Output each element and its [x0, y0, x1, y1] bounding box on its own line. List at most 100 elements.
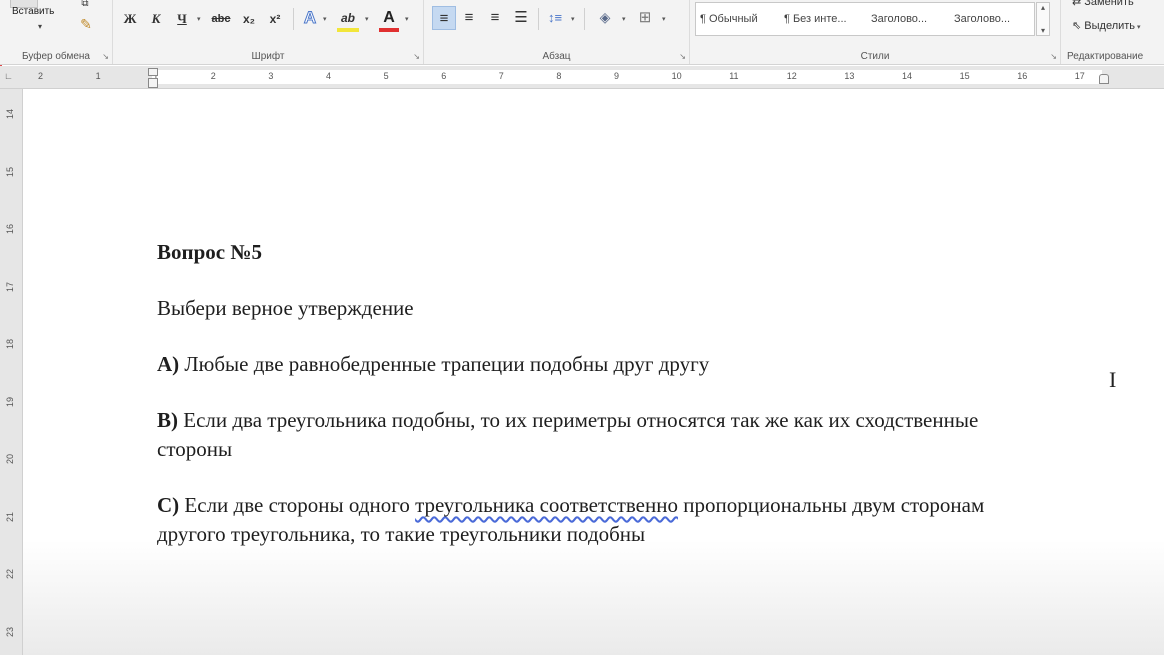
- left-indent-marker[interactable]: [148, 78, 158, 88]
- paste-dropdown-icon[interactable]: ▾: [38, 22, 42, 31]
- first-line-indent-marker[interactable]: [148, 68, 158, 76]
- vertical-ruler-number: 19: [5, 396, 16, 407]
- question-prompt: Выбери верное утверждение: [157, 296, 414, 320]
- shading-icon[interactable]: ◈: [594, 6, 616, 28]
- styles-scroll[interactable]: ▴ ▾: [1036, 2, 1050, 36]
- horizontal-ruler[interactable]: ∟ 2 1 1 2 3 4 5 6 7 8 9 10 11 12 13 14 15 16 17: [0, 66, 1164, 89]
- font-color-icon[interactable]: A: [379, 8, 399, 32]
- vertical-ruler[interactable]: 14 15 16 17 18 19 20 21 22 23: [0, 89, 23, 655]
- align-right-icon[interactable]: ≡: [484, 6, 506, 28]
- select-dropdown-icon[interactable]: ▾: [1137, 24, 1141, 31]
- font-group-label: Шрифт: [251, 51, 285, 62]
- styles-launcher-icon[interactable]: ↘: [1050, 52, 1057, 61]
- select-button[interactable]: ⇖ Выделить ▾: [1072, 19, 1141, 32]
- line-spacing-dropdown-icon[interactable]: ▾: [571, 15, 575, 23]
- styles-up-icon[interactable]: ▴: [1041, 3, 1045, 12]
- ruler-number: 16: [1017, 71, 1028, 81]
- document-body[interactable]: Вопрос №5 Выбери верное утверждение A) Л…: [157, 238, 1057, 549]
- paragraph-separator: [538, 8, 539, 30]
- right-indent-marker[interactable]: [1099, 74, 1109, 84]
- highlight-dropdown-icon[interactable]: ▾: [365, 15, 369, 23]
- highlight-icon[interactable]: ab: [337, 8, 359, 32]
- clipboard-group: Вставить ▾ ⧉ ✎ Буфер обмена ↘: [0, 0, 113, 64]
- paragraph-separator-2: [584, 8, 585, 30]
- option-b-label: B): [157, 408, 178, 432]
- ruler-number: 3: [268, 71, 274, 81]
- ruler-number: 1: [95, 71, 101, 81]
- tab-selector-icon[interactable]: ∟: [4, 71, 14, 81]
- ruler-number: 11: [729, 71, 739, 81]
- vertical-ruler-number: 21: [5, 511, 16, 522]
- font-group: Ж К Ч ▾ abc x₂ x² A ▾ ab ▾ A ▾ Шрифт ↘: [113, 0, 424, 64]
- underline-button[interactable]: Ч: [173, 10, 191, 28]
- line-spacing-icon[interactable]: ↕≡: [544, 6, 566, 28]
- vertical-ruler-number: 16: [5, 223, 16, 235]
- align-left-icon[interactable]: ≡: [432, 6, 456, 30]
- copy-icon[interactable]: ⧉: [76, 0, 94, 9]
- ruler-number: 8: [556, 71, 562, 81]
- text-effects-dropdown-icon[interactable]: ▾: [323, 15, 327, 23]
- ruler-number: 9: [614, 71, 620, 81]
- ruler-number: 17: [1074, 71, 1085, 81]
- style-heading-1[interactable]: Заголово...: [871, 13, 927, 25]
- styles-gallery: ¶ Обычный ¶ Без инте... Заголово... Заго…: [695, 2, 1035, 36]
- paragraph-launcher-icon[interactable]: ↘: [679, 52, 686, 61]
- option-b-text: Если два треугольника подобны, то их пер…: [157, 408, 979, 461]
- question-title: Вопрос №5: [157, 240, 262, 264]
- format-painter-icon[interactable]: ✎: [76, 14, 96, 34]
- ruler-number: 2: [210, 71, 216, 81]
- replace-icon: ⇄: [1072, 0, 1085, 8]
- underline-dropdown-icon[interactable]: ▾: [197, 15, 201, 23]
- font-separator: [293, 8, 294, 30]
- editing-group: Редактирование: [1061, 0, 1164, 64]
- vertical-ruler-number: 20: [5, 453, 16, 465]
- bold-button[interactable]: Ж: [121, 10, 139, 28]
- styles-group-label: Стили: [860, 51, 890, 62]
- option-c-label: C): [157, 493, 180, 517]
- option-c: C) Если две стороны одного треугольника …: [157, 491, 1057, 549]
- ruler-number: 2: [38, 71, 44, 81]
- ruler-number: 4: [326, 71, 332, 81]
- justify-icon[interactable]: ☰: [510, 6, 532, 28]
- clipboard-group-label: Буфер обмена: [22, 51, 90, 62]
- italic-button[interactable]: К: [147, 10, 165, 28]
- vertical-ruler-number: 15: [5, 166, 16, 177]
- font-launcher-icon[interactable]: ↘: [413, 52, 420, 61]
- styles-more-icon[interactable]: ▾: [1041, 26, 1045, 35]
- borders-icon[interactable]: ⊞: [634, 6, 656, 28]
- vertical-ruler-number: 18: [5, 338, 16, 350]
- borders-dropdown-icon[interactable]: ▾: [662, 15, 666, 23]
- ruler-number: 5: [383, 71, 389, 81]
- option-c-text-before: Если две стороны одного: [179, 493, 416, 517]
- select-icon: ⇖: [1072, 20, 1085, 32]
- ruler-number: 7: [498, 71, 504, 81]
- paste-button[interactable]: Вставить: [12, 6, 54, 17]
- option-a-label: A): [157, 352, 180, 376]
- select-label: Выделить: [1084, 20, 1136, 32]
- style-normal[interactable]: ¶ Обычный: [700, 13, 758, 25]
- strikethrough-button[interactable]: abc: [209, 10, 233, 28]
- vertical-ruler-number: 17: [5, 281, 16, 292]
- editing-group-label: Редактирование: [1067, 51, 1144, 62]
- ruler-number: 10: [671, 71, 682, 81]
- text-effects-icon[interactable]: A: [301, 8, 319, 28]
- clipboard-launcher-icon[interactable]: ↘: [102, 52, 109, 61]
- style-no-spacing[interactable]: ¶ Без инте...: [784, 13, 847, 25]
- paragraph-group: ≡ ≡ ≡ ☰ ↕≡ ▾ ◈ ▾ ⊞ ▾ Абзац ↘: [424, 0, 690, 64]
- vertical-ruler-number: 22: [5, 568, 16, 580]
- ruler-number: 12: [786, 71, 797, 81]
- superscript-button[interactable]: x²: [265, 10, 285, 28]
- align-center-icon[interactable]: ≡: [458, 6, 480, 28]
- vertical-ruler-number: 14: [5, 108, 16, 120]
- replace-button[interactable]: ⇄ Заменить: [1072, 0, 1134, 8]
- replace-label: Заменить: [1084, 0, 1134, 8]
- font-color-dropdown-icon[interactable]: ▾: [405, 15, 409, 23]
- paragraph-group-label: Абзац: [542, 51, 571, 62]
- option-c-underlined-text[interactable]: треугольника соответственно: [415, 493, 678, 517]
- ruler-number: 6: [441, 71, 447, 81]
- subscript-button[interactable]: x₂: [239, 10, 259, 28]
- ribbon: Вставить ▾ ⧉ ✎ Буфер обмена ↘ Ж К Ч ▾ ab…: [0, 0, 1164, 65]
- option-a: A) Любые две равнобедренные трапеции под…: [157, 350, 1057, 379]
- shading-dropdown-icon[interactable]: ▾: [622, 15, 626, 23]
- style-heading-2[interactable]: Заголово...: [954, 13, 1010, 25]
